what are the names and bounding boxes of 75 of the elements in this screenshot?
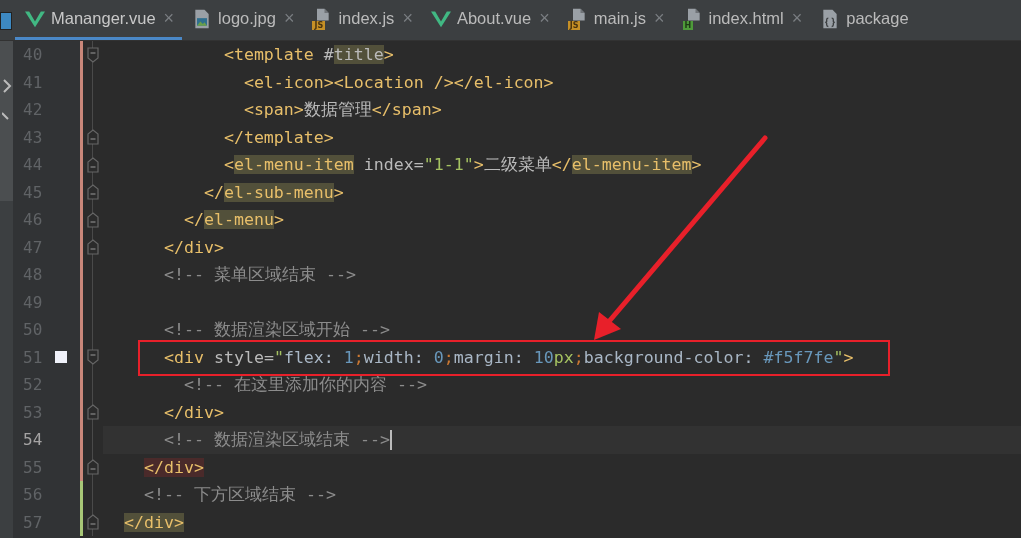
fold-marker-icon[interactable] <box>87 239 99 256</box>
code-token: margin: <box>453 347 525 367</box>
code-token: 0 <box>433 347 444 367</box>
code-token: el-menu-item <box>571 155 692 175</box>
code-token: > <box>843 347 854 367</box>
code-token: <template <box>223 45 314 65</box>
line-number: 54 <box>22 429 44 451</box>
scroll-thumb[interactable] <box>0 41 13 201</box>
code-token: ; <box>353 347 364 367</box>
file-tab[interactable]: JS index.js × <box>302 0 421 40</box>
file-tab[interactable]: package <box>810 0 917 40</box>
code-token: px <box>553 347 574 367</box>
code-token: <!-- 在这里添加你的内容 --> <box>183 373 427 396</box>
code-token: ; <box>443 347 454 367</box>
code-token: <!-- 数据渲染区域结束 --> <box>163 428 390 451</box>
code-token: <div <box>163 347 204 367</box>
code-token: style= <box>213 347 274 367</box>
code-token: #f5f7fe <box>763 347 834 367</box>
code-token: "1-1" <box>423 155 474 175</box>
code-token: " <box>273 347 284 367</box>
code-token: < <box>223 155 234 175</box>
file-tab[interactable]: logo.jpg × <box>182 0 303 40</box>
code-token: > <box>383 45 394 65</box>
chevron-right-icon[interactable] <box>2 79 12 93</box>
fold-marker-icon[interactable] <box>87 184 99 201</box>
code-token: </span> <box>371 100 442 120</box>
code-token: 数据管理 <box>303 98 372 121</box>
code-token: el-menu-item <box>233 155 354 175</box>
code-token: </ <box>183 210 204 230</box>
code-token: </ <box>551 155 572 175</box>
fold-marker-icon[interactable] <box>87 129 99 146</box>
file-tab[interactable]: JS main.js × <box>557 0 673 40</box>
bookmark-marker[interactable] <box>55 351 67 364</box>
project-icon[interactable] <box>0 12 12 30</box>
fold-marker-icon[interactable] <box>87 46 99 63</box>
code-token: > <box>473 155 484 175</box>
file-tab[interactable]: About.vue × <box>420 0 558 40</box>
code-token: </div> <box>163 402 224 422</box>
code-token: <el-icon><Location /></el-icon> <box>243 72 554 92</box>
fold-marker-icon[interactable] <box>87 459 99 476</box>
code-token: </div> <box>163 237 224 257</box>
code-token: </template> <box>223 127 334 147</box>
code-token: 10 <box>533 347 554 367</box>
file-type-badge: H <box>682 20 694 30</box>
code-token: width: <box>363 347 425 367</box>
code-token: 1 <box>343 347 354 367</box>
code-token: </div> <box>144 457 204 477</box>
fold-marker-icon[interactable] <box>87 211 99 228</box>
code-token: el-menu <box>203 210 274 230</box>
fold-marker-icon[interactable] <box>87 514 99 531</box>
code-token: > <box>273 210 284 230</box>
code-token: background-color: <box>583 347 755 367</box>
code-token: 二级菜单 <box>483 153 552 176</box>
fold-marker-icon[interactable] <box>87 404 99 421</box>
code-token: <!-- 菜单区域结束 --> <box>163 263 356 286</box>
code-token: flex: <box>283 347 335 367</box>
code-token: </ <box>203 182 224 202</box>
code-token: <!-- 数据渲染区域开始 --> <box>163 318 390 341</box>
text-cursor <box>389 429 392 450</box>
code-token: index= <box>363 155 424 175</box>
file-type-badge: JS <box>312 20 326 30</box>
code-token: > <box>333 182 344 202</box>
code-token: ; <box>573 347 584 367</box>
code-token: > <box>691 155 702 175</box>
code-token: " <box>833 347 844 367</box>
code-token: # <box>323 45 334 65</box>
code-token: </div> <box>124 512 184 532</box>
code-token: <span> <box>243 100 304 120</box>
code-token: title <box>333 45 384 65</box>
fold-marker-icon[interactable] <box>87 349 99 366</box>
fold-marker-icon[interactable] <box>87 156 99 173</box>
code-token: <!-- 下方区域结束 --> <box>144 483 336 506</box>
code-token: el-sub-menu <box>223 182 334 202</box>
file-type-badge: JS <box>567 20 581 30</box>
file-tab[interactable]: H index.html × <box>672 0 811 40</box>
